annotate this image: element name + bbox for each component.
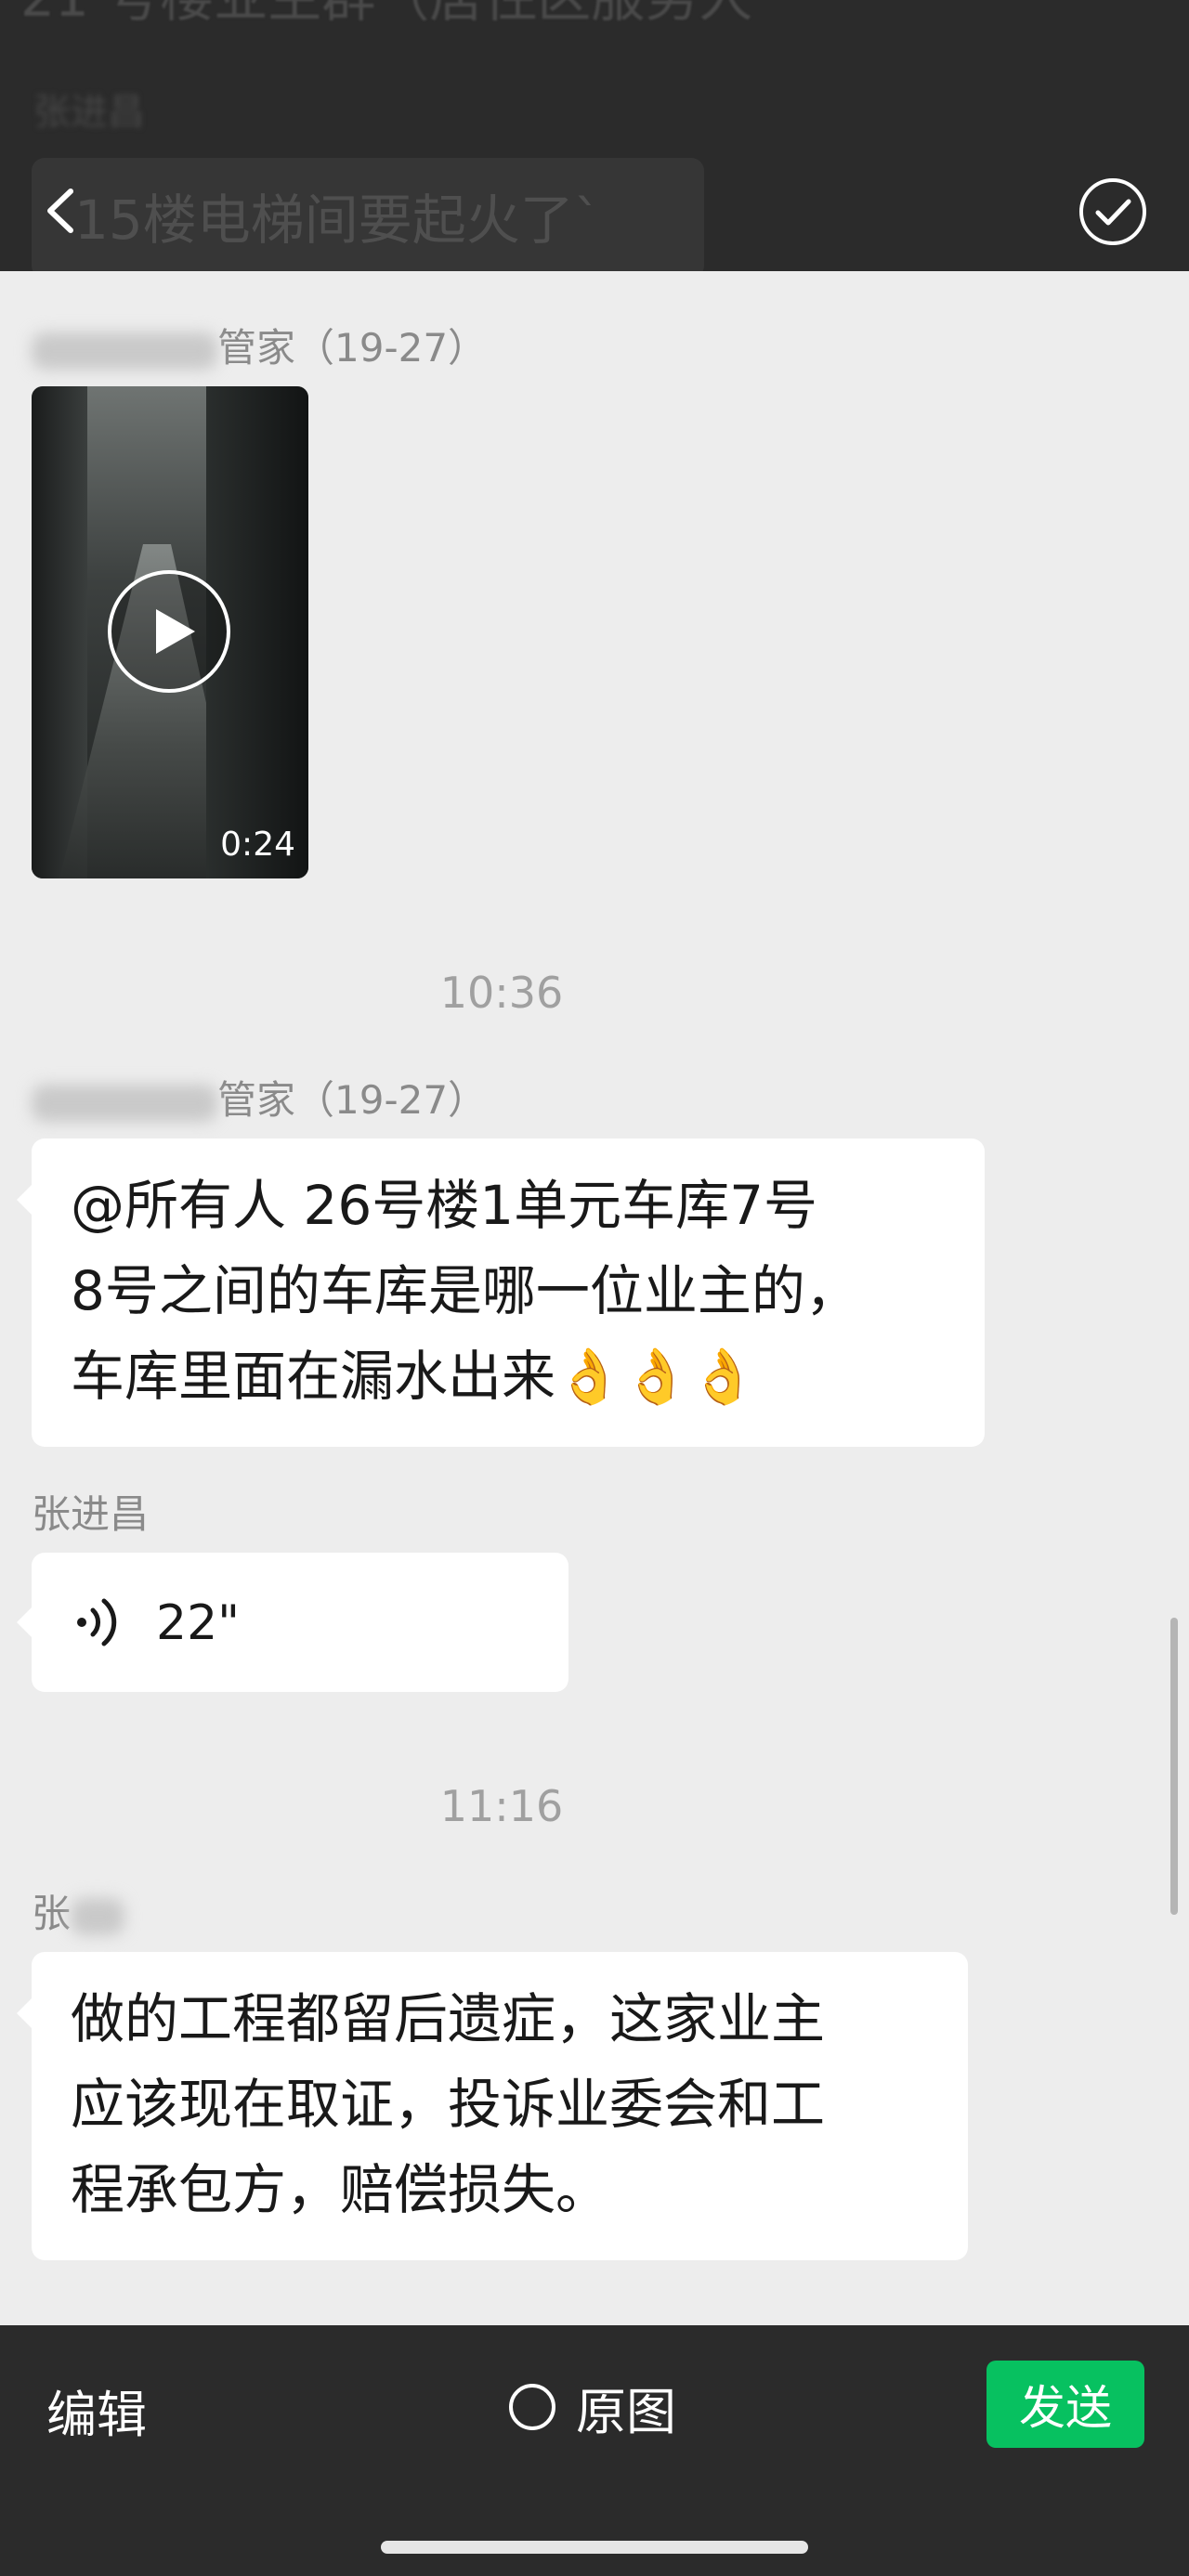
- voice-duration: 22": [156, 1595, 241, 1651]
- message-line: 车库里面在漏水出来👌👌👌: [71, 1345, 757, 1408]
- play-icon[interactable]: [106, 568, 232, 695]
- sender-name-3: 张进昌: [32, 1491, 150, 1537]
- original-image-toggle[interactable]: 原图: [509, 2374, 676, 2441]
- blurred-name: [32, 332, 217, 370]
- message-line: @所有人 26号楼1单元车库7号: [71, 1174, 818, 1237]
- video-duration: 0:24: [220, 826, 295, 864]
- check-circle-icon: [1079, 178, 1146, 245]
- timestamp-2: 11:16: [439, 1781, 564, 1831]
- sender-name-4: 张: [32, 1889, 125, 1939]
- voice-message[interactable]: 22": [17, 1553, 568, 1692]
- confirm-button[interactable]: [1078, 176, 1148, 247]
- original-image-label: 原图: [576, 2382, 676, 2441]
- ghost-chat-title: 21 号楼业主群（居住区服务人: [20, 0, 752, 32]
- reply-message-bubble[interactable]: 做的工程都留后遗症，这家业主 应该现在取证，投诉业委会和工 程承包方，赔偿损失。: [17, 1952, 968, 2260]
- radio-circle-icon[interactable]: [509, 2384, 555, 2430]
- blurred-name: [32, 1084, 217, 1122]
- sender-name-1: 管家（19-27）: [32, 323, 487, 373]
- sender-name-2: 管家（19-27）: [32, 1075, 487, 1125]
- blurred-name: [71, 1897, 125, 1935]
- message-line: 应该现在取证，投诉业委会和工: [71, 2073, 826, 2136]
- ghost-message-text: 15楼电梯间要起火了`: [74, 189, 601, 252]
- voice-wave-icon: [77, 1598, 117, 1646]
- sender-visible-char: 张: [32, 1891, 72, 1936]
- sender-role: 管家（19-27）: [217, 1077, 488, 1123]
- message-line: 程承包方，赔偿损失。: [71, 2158, 610, 2221]
- scrollbar[interactable]: [1170, 1618, 1178, 1915]
- timestamp-1: 10:36: [439, 968, 564, 1018]
- edit-button[interactable]: 编辑: [46, 2374, 147, 2447]
- home-indicator[interactable]: [381, 2541, 808, 2554]
- text-message-bubble[interactable]: @所有人 26号楼1单元车库7号 8号之间的车库是哪一位业主的， 车库里面在漏水…: [17, 1138, 985, 1447]
- message-line: 8号之间的车库是哪一位业主的，: [71, 1259, 859, 1322]
- video-message[interactable]: 0:24: [32, 386, 308, 878]
- chevron-left-icon: [47, 189, 73, 233]
- sender-role: 管家（19-27）: [217, 325, 488, 371]
- bottom-bar: 编辑 原图 发送: [0, 2325, 1189, 2576]
- send-button[interactable]: 发送: [986, 2361, 1144, 2448]
- top-bar: 21 号楼业主群（居住区服务人 张进昌 15楼电梯间要起火了`: [0, 0, 1189, 271]
- message-line: 做的工程都留后遗症，这家业主: [71, 1987, 826, 2050]
- back-button[interactable]: [37, 178, 93, 243]
- ghost-sender-name: 张进昌: [33, 91, 145, 134]
